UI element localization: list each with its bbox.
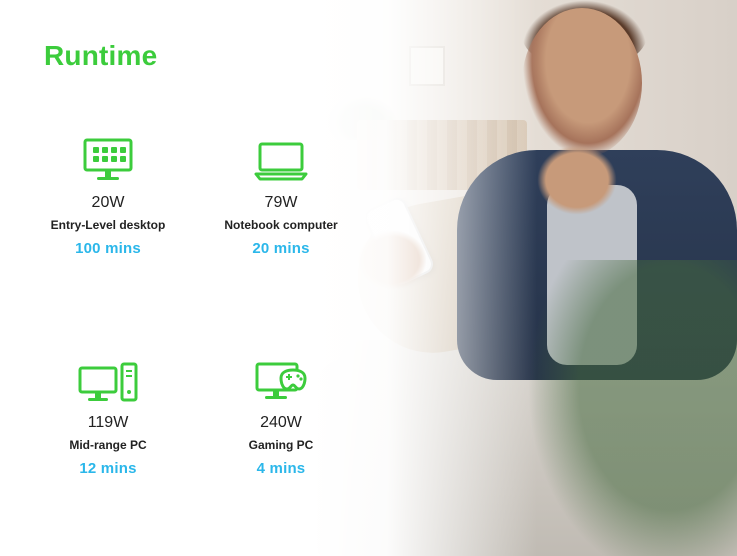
runtime-banner: Runtime 20W Entry-Level desktop 100 mins… xyxy=(0,0,737,556)
device-watts: 20W xyxy=(91,194,125,211)
device-runtime: 20 mins xyxy=(252,240,310,257)
gaming-monitor-controller-icon xyxy=(255,362,307,399)
device-watts: 79W xyxy=(264,194,298,211)
device-name: Gaming PC xyxy=(248,438,314,452)
device-card-gaming-pc: 240W Gaming PC 4 mins xyxy=(196,352,366,477)
laptop-icon xyxy=(254,142,308,181)
device-card-notebook-computer: 79W Notebook computer 20 mins xyxy=(196,132,366,257)
device-icon-wrapper xyxy=(196,132,366,184)
device-watts: 240W xyxy=(260,414,302,431)
foreground-foliage xyxy=(527,260,737,556)
device-name: Mid-range PC xyxy=(69,438,147,452)
monitor-tower-icon xyxy=(78,362,138,402)
device-icon-wrapper xyxy=(23,352,193,404)
device-runtime: 12 mins xyxy=(79,460,137,477)
person-hand-on-chin xyxy=(537,145,617,215)
device-card-mid-range-pc: 119W Mid-range PC 12 mins xyxy=(23,352,193,477)
device-runtime: 100 mins xyxy=(75,240,141,257)
device-watts: 119W xyxy=(87,414,129,431)
page-title: Runtime xyxy=(44,40,158,71)
device-card-entry-level-desktop: 20W Entry-Level desktop 100 mins xyxy=(23,132,193,257)
person-head xyxy=(522,8,642,158)
device-name: Notebook computer xyxy=(224,218,338,232)
device-runtime: 4 mins xyxy=(256,460,306,477)
device-icon-wrapper xyxy=(23,132,193,184)
device-icon-wrapper xyxy=(196,352,366,404)
device-name: Entry-Level desktop xyxy=(50,218,166,232)
desktop-monitor-grid-icon xyxy=(83,138,133,180)
background-photo xyxy=(317,0,737,556)
